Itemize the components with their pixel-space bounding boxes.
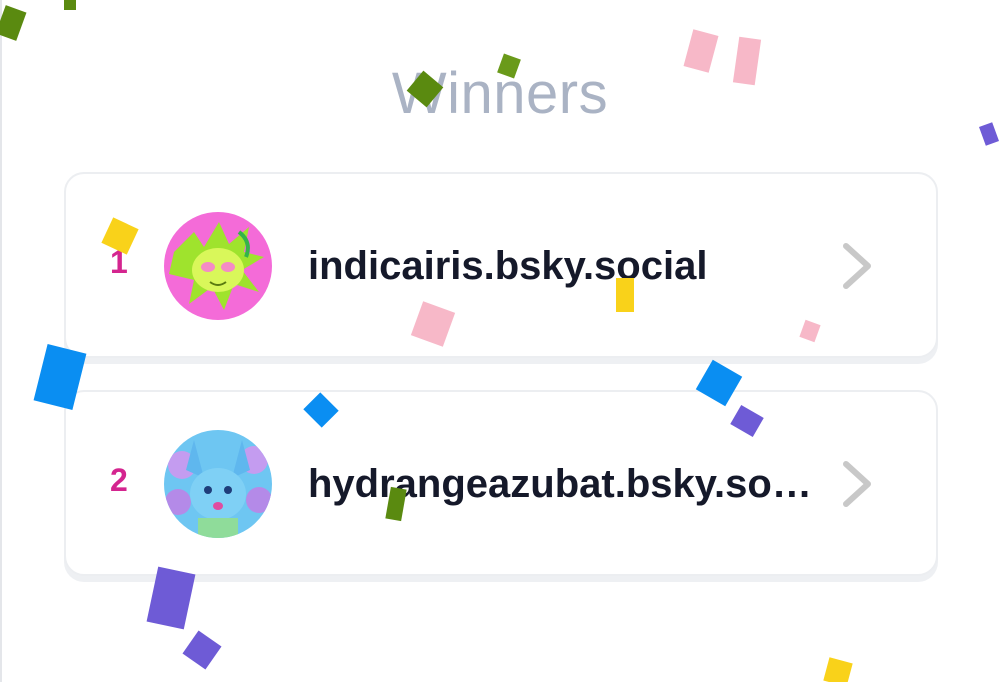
winner-rank: 1 xyxy=(110,244,128,280)
confetti-piece xyxy=(64,0,76,10)
confetti-piece xyxy=(182,630,222,670)
winner-rank: 2 xyxy=(110,462,128,498)
winners-screen: Winners 1 indicairis.bsky.social 2 hydra… xyxy=(0,0,1000,682)
winner-row-1[interactable]: 1 indicairis.bsky.social xyxy=(64,172,938,358)
chevron-right-icon[interactable] xyxy=(838,458,878,510)
confetti-piece xyxy=(0,5,27,41)
page-title: Winners xyxy=(391,61,609,126)
winner-handle: hydrangeazubat.bsky.so… xyxy=(308,462,812,506)
winner-row-2[interactable]: 2 hydrangeazubat.bsky.so… xyxy=(64,390,938,576)
avatar-image xyxy=(164,212,272,320)
winner-handle: indicairis.bsky.social xyxy=(308,244,708,288)
confetti-piece xyxy=(146,566,196,630)
chevron-right-icon[interactable] xyxy=(838,240,878,292)
avatar[interactable] xyxy=(164,430,272,538)
confetti-piece xyxy=(823,657,853,682)
avatar-image xyxy=(164,430,272,538)
avatar[interactable] xyxy=(164,212,272,320)
